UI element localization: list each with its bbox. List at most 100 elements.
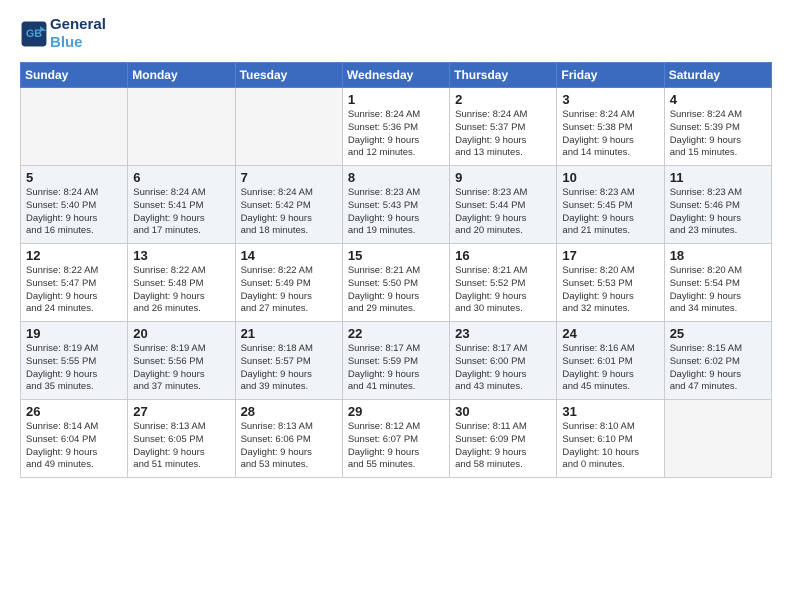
calendar-cell: 21 Sunrise: 8:18 AMSunset: 5:57 PMDayligh… (235, 322, 342, 400)
calendar-cell: 31 Sunrise: 8:10 AMSunset: 6:10 PMDayligh… (557, 400, 664, 478)
day-number: 6 (133, 170, 229, 185)
day-number: 17 (562, 248, 658, 263)
day-info: Sunrise: 8:23 AMSunset: 5:43 PMDaylight:… (348, 187, 444, 238)
page: GB General Blue SundayMondayTuesdayWedne… (0, 0, 792, 612)
calendar-cell: 18 Sunrise: 8:20 AMSunset: 5:54 PMDayligh… (664, 244, 771, 322)
calendar-cell (235, 88, 342, 166)
day-info: Sunrise: 8:17 AMSunset: 6:00 PMDaylight:… (455, 343, 551, 394)
calendar-cell: 8 Sunrise: 8:23 AMSunset: 5:43 PMDaylight… (342, 166, 449, 244)
day-info: Sunrise: 8:24 AMSunset: 5:39 PMDaylight:… (670, 109, 766, 160)
calendar-cell: 26 Sunrise: 8:14 AMSunset: 6:04 PMDayligh… (21, 400, 128, 478)
day-number: 14 (241, 248, 337, 263)
day-number: 11 (670, 170, 766, 185)
calendar-cell (128, 88, 235, 166)
calendar-cell: 4Sunrise: 8:24 AMSunset: 5:39 PMDaylight… (664, 88, 771, 166)
day-info: Sunrise: 8:20 AMSunset: 5:54 PMDaylight:… (670, 265, 766, 316)
weekday-monday: Monday (128, 63, 235, 88)
day-info: Sunrise: 8:19 AMSunset: 5:56 PMDaylight:… (133, 343, 229, 394)
calendar-week-2: 12Sunrise: 8:22 AMSunset: 5:47 PMDayligh… (21, 244, 772, 322)
day-number: 21 (241, 326, 337, 341)
logo-line1: General (50, 16, 106, 34)
calendar-cell: 28 Sunrise: 8:13 AMSunset: 6:06 PMDayligh… (235, 400, 342, 478)
day-number: 18 (670, 248, 766, 263)
day-info: Sunrise: 8:24 AMSunset: 5:38 PMDaylight:… (562, 109, 658, 160)
day-number: 30 (455, 404, 551, 419)
calendar-cell: 5 Sunrise: 8:24 AMSunset: 5:40 PMDaylight… (21, 166, 128, 244)
calendar-cell: 24 Sunrise: 8:16 AMSunset: 6:01 PMDayligh… (557, 322, 664, 400)
day-info: Sunrise: 8:19 AMSunset: 5:55 PMDaylight:… (26, 343, 122, 394)
day-number: 26 (26, 404, 122, 419)
day-info: Sunrise: 8:23 AMSunset: 5:44 PMDaylight:… (455, 187, 551, 238)
day-number: 16 (455, 248, 551, 263)
calendar-cell: 12Sunrise: 8:22 AMSunset: 5:47 PMDayligh… (21, 244, 128, 322)
day-number: 2 (455, 92, 551, 107)
day-number: 25 (670, 326, 766, 341)
day-number: 20 (133, 326, 229, 341)
day-number: 28 (241, 404, 337, 419)
day-number: 8 (348, 170, 444, 185)
logo-icon: GB (20, 20, 48, 48)
day-info: Sunrise: 8:10 AMSunset: 6:10 PMDaylight:… (562, 421, 658, 472)
day-info: Sunrise: 8:23 AMSunset: 5:46 PMDaylight:… (670, 187, 766, 238)
day-info: Sunrise: 8:22 AMSunset: 5:48 PMDaylight:… (133, 265, 229, 316)
day-number: 23 (455, 326, 551, 341)
day-number: 15 (348, 248, 444, 263)
calendar-cell: 14 Sunrise: 8:22 AMSunset: 5:49 PMDayligh… (235, 244, 342, 322)
day-info: Sunrise: 8:18 AMSunset: 5:57 PMDaylight:… (241, 343, 337, 394)
logo: GB General Blue (20, 16, 106, 52)
day-info: Sunrise: 8:22 AMSunset: 5:49 PMDaylight:… (241, 265, 337, 316)
calendar-cell: 17 Sunrise: 8:20 AMSunset: 5:53 PMDayligh… (557, 244, 664, 322)
calendar-table: SundayMondayTuesdayWednesdayThursdayFrid… (20, 62, 772, 478)
calendar-cell: 30 Sunrise: 8:11 AMSunset: 6:09 PMDayligh… (450, 400, 557, 478)
calendar-cell: 7Sunrise: 8:24 AMSunset: 5:42 PMDaylight… (235, 166, 342, 244)
calendar-cell: 25 Sunrise: 8:15 AMSunset: 6:02 PMDayligh… (664, 322, 771, 400)
calendar-cell: 1Sunrise: 8:24 AMSunset: 5:36 PMDaylight… (342, 88, 449, 166)
header: GB General Blue (20, 16, 772, 52)
day-number: 24 (562, 326, 658, 341)
day-info: Sunrise: 8:24 AMSunset: 5:40 PMDaylight:… (26, 187, 122, 238)
day-info: Sunrise: 8:13 AMSunset: 6:06 PMDaylight:… (241, 421, 337, 472)
day-info: Sunrise: 8:15 AMSunset: 6:02 PMDaylight:… (670, 343, 766, 394)
day-info: Sunrise: 8:14 AMSunset: 6:04 PMDaylight:… (26, 421, 122, 472)
calendar-week-4: 26 Sunrise: 8:14 AMSunset: 6:04 PMDayligh… (21, 400, 772, 478)
weekday-wednesday: Wednesday (342, 63, 449, 88)
day-number: 5 (26, 170, 122, 185)
day-info: Sunrise: 8:24 AMSunset: 5:41 PMDaylight:… (133, 187, 229, 238)
calendar-cell (21, 88, 128, 166)
day-number: 31 (562, 404, 658, 419)
weekday-header-row: SundayMondayTuesdayWednesdayThursdayFrid… (21, 63, 772, 88)
weekday-sunday: Sunday (21, 63, 128, 88)
day-info: Sunrise: 8:13 AMSunset: 6:05 PMDaylight:… (133, 421, 229, 472)
calendar-cell: 16 Sunrise: 8:21 AMSunset: 5:52 PMDayligh… (450, 244, 557, 322)
calendar-cell: 27Sunrise: 8:13 AMSunset: 6:05 PMDayligh… (128, 400, 235, 478)
day-number: 19 (26, 326, 122, 341)
day-number: 29 (348, 404, 444, 419)
weekday-thursday: Thursday (450, 63, 557, 88)
day-info: Sunrise: 8:16 AMSunset: 6:01 PMDaylight:… (562, 343, 658, 394)
logo-line2: Blue (50, 34, 106, 52)
calendar-week-3: 19 Sunrise: 8:19 AMSunset: 5:55 PMDayligh… (21, 322, 772, 400)
calendar-cell: 11 Sunrise: 8:23 AMSunset: 5:46 PMDayligh… (664, 166, 771, 244)
day-number: 1 (348, 92, 444, 107)
day-info: Sunrise: 8:23 AMSunset: 5:45 PMDaylight:… (562, 187, 658, 238)
weekday-friday: Friday (557, 63, 664, 88)
day-info: Sunrise: 8:21 AMSunset: 5:50 PMDaylight:… (348, 265, 444, 316)
svg-text:GB: GB (26, 28, 42, 40)
calendar-cell: 19 Sunrise: 8:19 AMSunset: 5:55 PMDayligh… (21, 322, 128, 400)
day-info: Sunrise: 8:11 AMSunset: 6:09 PMDaylight:… (455, 421, 551, 472)
calendar-cell (664, 400, 771, 478)
day-info: Sunrise: 8:21 AMSunset: 5:52 PMDaylight:… (455, 265, 551, 316)
day-info: Sunrise: 8:24 AMSunset: 5:42 PMDaylight:… (241, 187, 337, 238)
calendar-week-1: 5 Sunrise: 8:24 AMSunset: 5:40 PMDaylight… (21, 166, 772, 244)
calendar-cell: 10Sunrise: 8:23 AMSunset: 5:45 PMDayligh… (557, 166, 664, 244)
day-info: Sunrise: 8:24 AMSunset: 5:37 PMDaylight:… (455, 109, 551, 160)
calendar-cell: 3Sunrise: 8:24 AMSunset: 5:38 PMDaylight… (557, 88, 664, 166)
calendar-cell: 23 Sunrise: 8:17 AMSunset: 6:00 PMDayligh… (450, 322, 557, 400)
day-info: Sunrise: 8:20 AMSunset: 5:53 PMDaylight:… (562, 265, 658, 316)
day-number: 22 (348, 326, 444, 341)
day-info: Sunrise: 8:12 AMSunset: 6:07 PMDaylight:… (348, 421, 444, 472)
day-number: 13 (133, 248, 229, 263)
day-info: Sunrise: 8:17 AMSunset: 5:59 PMDaylight:… (348, 343, 444, 394)
day-number: 12 (26, 248, 122, 263)
calendar-week-0: 1Sunrise: 8:24 AMSunset: 5:36 PMDaylight… (21, 88, 772, 166)
